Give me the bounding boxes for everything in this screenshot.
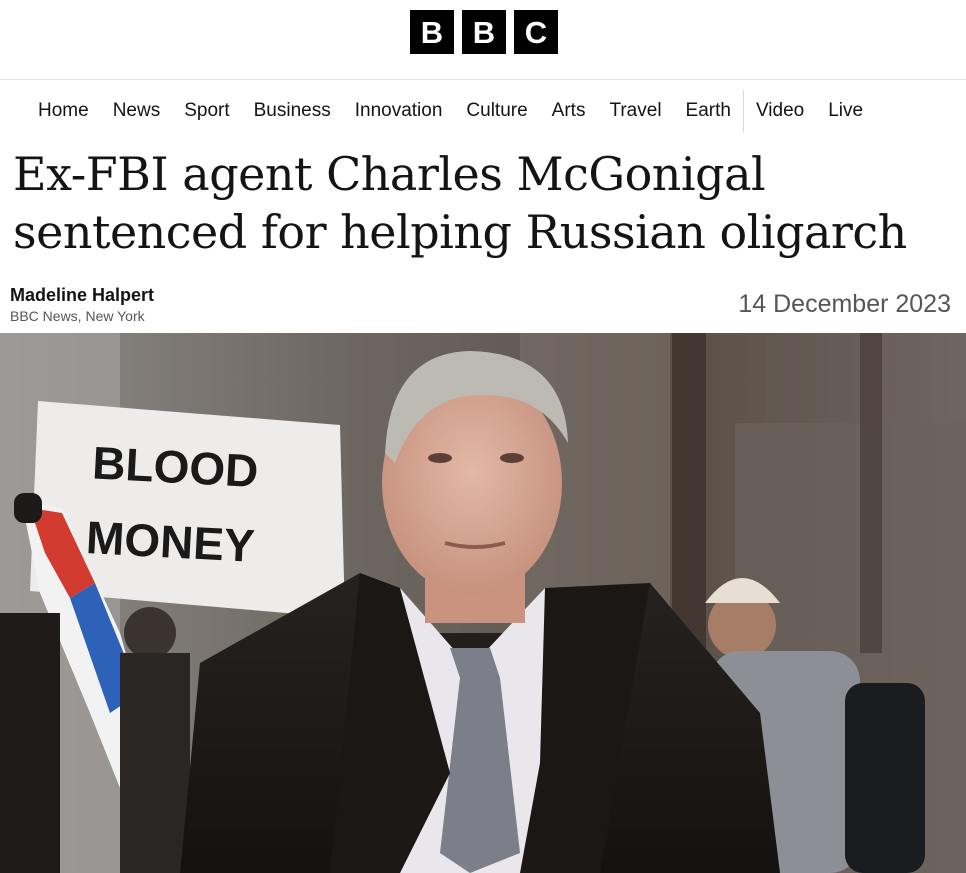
nav-item-earth[interactable]: Earth bbox=[674, 90, 743, 132]
headline-line: sentenced for helping Russian oligarch bbox=[13, 205, 907, 259]
main-nav: Home News Sport Business Innovation Cult… bbox=[26, 90, 875, 132]
nav-item-sport[interactable]: Sport bbox=[172, 90, 241, 132]
nav-item-home[interactable]: Home bbox=[26, 90, 101, 132]
author-name[interactable]: Madeline Halpert bbox=[10, 285, 154, 306]
nav-item-video[interactable]: Video bbox=[744, 90, 816, 132]
logo-letter: B bbox=[462, 10, 506, 54]
nav-item-news[interactable]: News bbox=[101, 90, 173, 132]
photo-illustration: BLOOD MONEY bbox=[0, 333, 966, 873]
byline: Madeline Halpert BBC News, New York bbox=[10, 285, 154, 324]
publish-date: 14 December 2023 bbox=[738, 290, 951, 318]
nav-item-business[interactable]: Business bbox=[242, 90, 343, 132]
masthead: B B C bbox=[0, 0, 966, 80]
author-location: BBC News, New York bbox=[10, 308, 145, 324]
nav-item-innovation[interactable]: Innovation bbox=[343, 90, 455, 132]
article-headline: Ex-FBI agent Charles McGonigal sentenced… bbox=[13, 145, 963, 261]
bbc-logo[interactable]: B B C bbox=[410, 10, 558, 54]
header-divider bbox=[0, 79, 966, 80]
article-hero-image: BLOOD MONEY bbox=[0, 333, 966, 873]
sign-text: BLOOD bbox=[91, 436, 260, 497]
nav-item-arts[interactable]: Arts bbox=[540, 90, 598, 132]
nav-item-culture[interactable]: Culture bbox=[454, 90, 539, 132]
nav-item-travel[interactable]: Travel bbox=[597, 90, 673, 132]
nav-item-live[interactable]: Live bbox=[816, 90, 875, 132]
logo-letter: C bbox=[514, 10, 558, 54]
sign-text: MONEY bbox=[85, 511, 256, 572]
headline-line: Ex-FBI agent Charles McGonigal bbox=[13, 147, 766, 201]
logo-letter: B bbox=[410, 10, 454, 54]
